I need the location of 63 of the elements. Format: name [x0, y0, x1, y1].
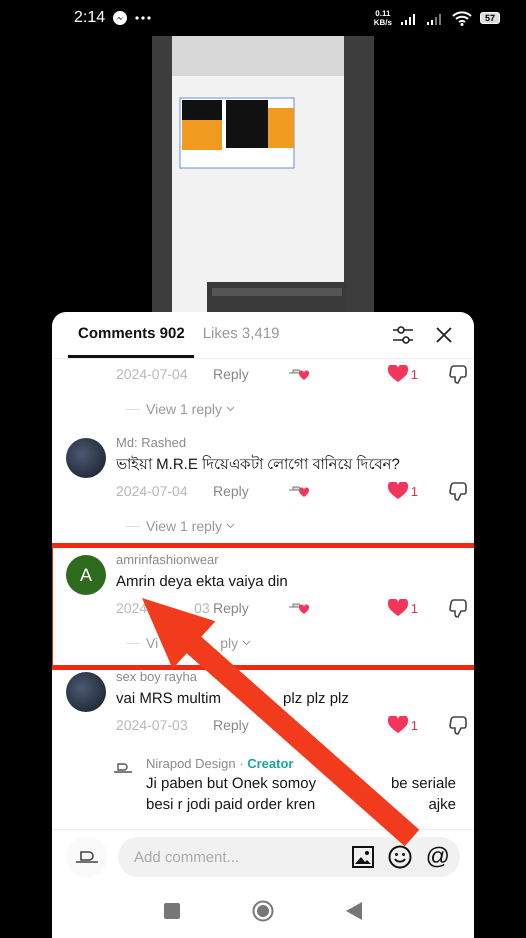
reply-username[interactable]: Nirapod Design · Creator	[146, 755, 460, 773]
dislike-button[interactable]	[448, 364, 468, 384]
more-icon	[135, 16, 152, 20]
comment-date: 03	[194, 600, 210, 616]
comment-username[interactable]: Md: Rashed	[116, 434, 460, 452]
avatar[interactable]	[66, 672, 106, 712]
like-button[interactable]: 1	[388, 716, 418, 734]
comment-date: 2024	[116, 600, 148, 616]
messenger-icon	[113, 11, 128, 25]
like-button[interactable]: 1	[388, 365, 418, 383]
mention-button[interactable]: @	[426, 843, 450, 871]
heart-icon	[388, 599, 408, 617]
reply-text: ajke	[428, 795, 456, 815]
dislike-button[interactable]	[448, 598, 468, 618]
heart-icon	[388, 365, 408, 383]
chevron-down-icon[interactable]	[242, 640, 252, 646]
heart-icon	[388, 716, 408, 734]
signal-icon	[400, 12, 418, 24]
reply-button[interactable]: Reply	[213, 717, 249, 733]
heart-icon	[388, 482, 408, 500]
like-button[interactable]: 1	[388, 482, 418, 500]
comment-date: 2024-07-04	[116, 366, 188, 382]
comment-date: 2024-07-03	[116, 717, 188, 733]
comment-text: ভাইয়া M.R.E দিয়েএকটা লোগো বানিয়ে দিবেন?	[116, 454, 400, 475]
net-unit: KB/s	[374, 18, 392, 27]
dislike-button[interactable]	[448, 715, 468, 735]
back-icon[interactable]	[346, 902, 362, 920]
status-time: 2:14	[74, 9, 106, 27]
emoji-icon[interactable]	[388, 845, 412, 869]
net-speed: 0.11	[375, 9, 390, 18]
close-icon[interactable]	[436, 327, 452, 343]
reply-text: besi r jodi paid order kren	[146, 795, 316, 815]
reply-button[interactable]: Reply	[213, 483, 249, 499]
view-replies-link[interactable]: ply	[220, 635, 238, 651]
avatar[interactable]: A	[66, 555, 106, 595]
like-button[interactable]: 1	[388, 599, 418, 617]
user-logo-icon	[66, 836, 108, 878]
chevron-down-icon[interactable]	[226, 523, 236, 529]
view-replies-link[interactable]: View 1 reply	[146, 518, 222, 534]
reply-text: be seriale	[390, 774, 456, 794]
wifi-icon	[452, 10, 472, 26]
signal-icon	[426, 12, 444, 24]
dislike-button[interactable]	[448, 481, 468, 501]
tab[interactable]: Comments 902	[68, 312, 194, 358]
chevron-down-icon[interactable]	[226, 406, 236, 412]
reply-text: Ji paben but Onek somoy	[146, 774, 316, 794]
home-icon[interactable]	[252, 900, 274, 922]
comment-date: 2024-07-04	[116, 483, 188, 499]
comment-username[interactable]: sex boy rayha	[116, 668, 460, 686]
image-icon[interactable]	[352, 846, 374, 868]
reply-button[interactable]: Reply	[213, 366, 249, 382]
comment-text: vai MRS multim	[116, 689, 222, 709]
avatar[interactable]	[66, 438, 106, 478]
comment-text: plz plz plz	[283, 689, 349, 709]
tab[interactable]: Likes 3,419	[194, 312, 288, 358]
view-replies-link[interactable]: View 1 reply	[146, 401, 222, 417]
comment-username[interactable]: amrinfashionwear	[116, 551, 460, 569]
comment-text: Amrin deya ekta vaiya din	[116, 572, 288, 592]
battery-level: 57	[480, 12, 500, 24]
filter-icon[interactable]	[392, 325, 414, 345]
reply-button[interactable]: Reply	[213, 600, 249, 616]
view-replies-link[interactable]: Vi	[146, 635, 158, 651]
comment-field[interactable]: Add comment... @	[118, 837, 460, 877]
